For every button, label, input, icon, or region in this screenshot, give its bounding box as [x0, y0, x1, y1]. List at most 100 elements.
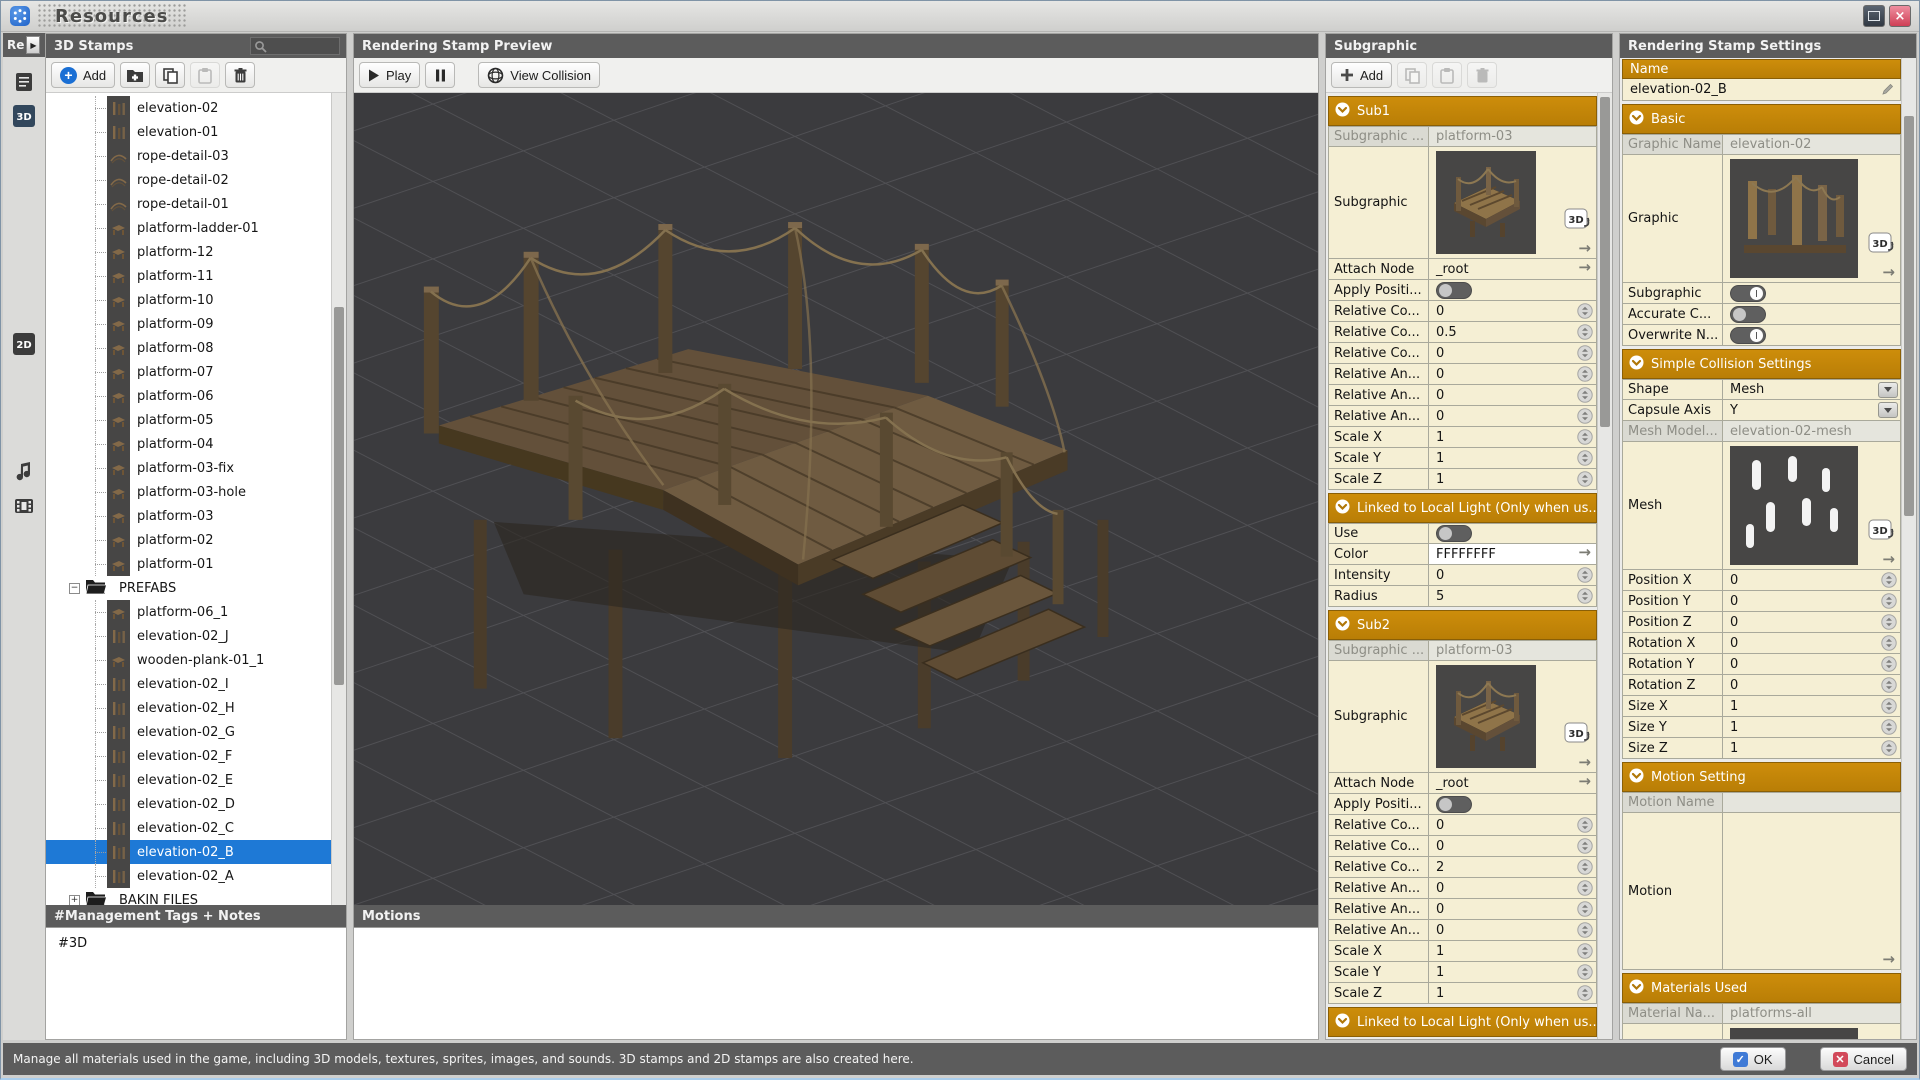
stepper-icon[interactable]	[1577, 964, 1593, 980]
property-value[interactable]: →	[1723, 813, 1900, 969]
property-value[interactable]: 0	[1429, 385, 1596, 405]
graphic-thumbnail[interactable]	[1730, 159, 1858, 278]
property-value[interactable]: 0	[1723, 654, 1900, 674]
property-value[interactable]: 5	[1429, 586, 1596, 606]
detail-arrow-icon[interactable]: →	[1578, 241, 1591, 256]
detail-arrow-icon[interactable]: →	[1882, 552, 1895, 567]
tree-item[interactable]: platform-02	[46, 528, 332, 552]
section-header-sub2[interactable]: Sub2	[1328, 610, 1597, 640]
stamps-search-box[interactable]	[250, 37, 340, 55]
add-folder-button[interactable]	[120, 62, 150, 88]
tree-item[interactable]: elevation-02_C	[46, 816, 332, 840]
motions-body[interactable]	[354, 927, 1318, 1039]
tree-item[interactable]: elevation-02_D	[46, 792, 332, 816]
settings-scrollbar[interactable]	[1901, 58, 1916, 1039]
section-header-sub1[interactable]: Sub1	[1328, 96, 1597, 126]
collapsed-resources-tab[interactable]: Re ▶	[3, 33, 45, 57]
property-value[interactable]: Y	[1723, 400, 1900, 420]
add-stamp-button[interactable]: + Add	[51, 62, 115, 88]
delete-stamp-button[interactable]	[225, 62, 255, 88]
graphic-thumbnail[interactable]	[1730, 446, 1858, 565]
stepper-icon[interactable]	[1577, 450, 1593, 466]
view-collision-button[interactable]: View Collision	[478, 62, 600, 88]
tree-item[interactable]: elevation-02_H	[46, 696, 332, 720]
stepper-icon[interactable]	[1577, 901, 1593, 917]
toggle-switch[interactable]	[1436, 525, 1472, 542]
expand-tree-button[interactable]: ▶	[26, 36, 40, 54]
stepper-icon[interactable]	[1577, 429, 1593, 445]
property-value[interactable]: FFFFFFFF→	[1429, 544, 1596, 564]
tree-item[interactable]: elevation-02_E	[46, 768, 332, 792]
add-subgraphic-button[interactable]: Add	[1331, 62, 1392, 88]
property-value[interactable]: 3D →	[1429, 147, 1596, 258]
material-thumbnail[interactable]	[1730, 1028, 1858, 1039]
tree-item[interactable]: platform-06_1	[46, 600, 332, 624]
detail-arrow-icon[interactable]: →	[1578, 260, 1591, 275]
chevron-down-icon[interactable]	[1629, 355, 1644, 370]
swap-3d-graphic-badge-icon[interactable]: 3D	[1868, 232, 1896, 256]
property-value[interactable]: 2	[1429, 857, 1596, 877]
property-value[interactable]: 1	[1723, 696, 1900, 716]
window-close-button[interactable]: ×	[1889, 5, 1911, 27]
stamps-tree-scrollbar[interactable]	[331, 93, 346, 905]
detail-arrow-icon[interactable]: →	[1578, 774, 1591, 789]
tree-folder[interactable]: +BAKIN FILES	[46, 888, 332, 905]
tree-item[interactable]: wooden-plank-01_1	[46, 648, 332, 672]
tree-item[interactable]: platform-10	[46, 288, 332, 312]
stepper-icon[interactable]	[1577, 408, 1593, 424]
notes-category-icon[interactable]	[9, 67, 39, 97]
property-value[interactable]: 3D→	[1429, 661, 1596, 772]
subgraphic-scrollbar[interactable]	[1597, 93, 1612, 1039]
section-header-linked-to-local-light-only-whe[interactable]: Linked to Local Light (Only when us...	[1328, 1007, 1597, 1037]
stepper-icon[interactable]	[1881, 572, 1897, 588]
property-value[interactable]: Mesh	[1723, 380, 1900, 399]
property-value[interactable]: 0	[1429, 565, 1596, 585]
stepper-icon[interactable]	[1577, 588, 1593, 604]
cancel-button[interactable]: ✕ Cancel	[1820, 1047, 1907, 1071]
tree-item[interactable]: elevation-02_F	[46, 744, 332, 768]
3d-stamps-category-icon[interactable]: 3D	[9, 101, 39, 131]
stepper-icon[interactable]	[1881, 593, 1897, 609]
property-value[interactable]: 0.5	[1429, 322, 1596, 342]
property-value[interactable]: 0	[1429, 815, 1596, 835]
tree-item[interactable]: platform-06	[46, 384, 332, 408]
section-header-materials-used[interactable]: Materials Used	[1622, 973, 1901, 1003]
swap-3d-graphic-badge-icon[interactable]: 3D	[1564, 208, 1592, 232]
name-value-field[interactable]: elevation-02_B	[1622, 79, 1901, 101]
copy-subgraphic-button[interactable]	[1397, 62, 1427, 88]
stepper-icon[interactable]	[1881, 719, 1897, 735]
detail-arrow-icon[interactable]: →	[1578, 545, 1591, 560]
tree-item[interactable]: rope-detail-02	[46, 168, 332, 192]
graphic-thumbnail[interactable]	[1436, 665, 1536, 768]
property-value[interactable]: 1	[1723, 738, 1900, 758]
property-value[interactable]: 3D→	[1723, 442, 1900, 569]
tree-item[interactable]: platform-03-hole	[46, 480, 332, 504]
tree-item[interactable]: elevation-02	[46, 96, 332, 120]
property-value[interactable]	[1429, 524, 1596, 543]
tree-item[interactable]: elevation-01	[46, 120, 332, 144]
property-value[interactable]: 1	[1429, 983, 1596, 1003]
section-header-motion-setting[interactable]: Motion Setting	[1622, 762, 1901, 792]
stepper-icon[interactable]	[1577, 859, 1593, 875]
2d-stamps-category-icon[interactable]: 2D	[9, 329, 39, 359]
tree-item[interactable]: platform-05	[46, 408, 332, 432]
stepper-icon[interactable]	[1881, 698, 1897, 714]
stepper-icon[interactable]	[1881, 635, 1897, 651]
tree-item[interactable]: elevation-02_B	[46, 840, 332, 864]
tree-item[interactable]: platform-01	[46, 552, 332, 576]
property-value[interactable]: 0	[1429, 899, 1596, 919]
dropdown-button[interactable]	[1878, 382, 1898, 398]
detail-arrow-icon[interactable]: →	[1578, 755, 1591, 770]
tags-notes-body[interactable]: #3D	[46, 927, 346, 1039]
stepper-icon[interactable]	[1577, 324, 1593, 340]
dropdown-button[interactable]	[1878, 402, 1898, 418]
property-value[interactable]: 0	[1429, 836, 1596, 856]
chevron-down-icon[interactable]	[1629, 768, 1644, 783]
tree-item[interactable]: elevation-02_A	[46, 864, 332, 888]
section-header-linked-to-local-light-only-whe[interactable]: Linked to Local Light (Only when us...	[1328, 493, 1597, 523]
stepper-icon[interactable]	[1577, 985, 1593, 1001]
toggle-switch[interactable]	[1730, 285, 1766, 302]
tree-item[interactable]: elevation-02_I	[46, 672, 332, 696]
stepper-icon[interactable]	[1577, 567, 1593, 583]
chevron-down-icon[interactable]	[1335, 616, 1350, 631]
